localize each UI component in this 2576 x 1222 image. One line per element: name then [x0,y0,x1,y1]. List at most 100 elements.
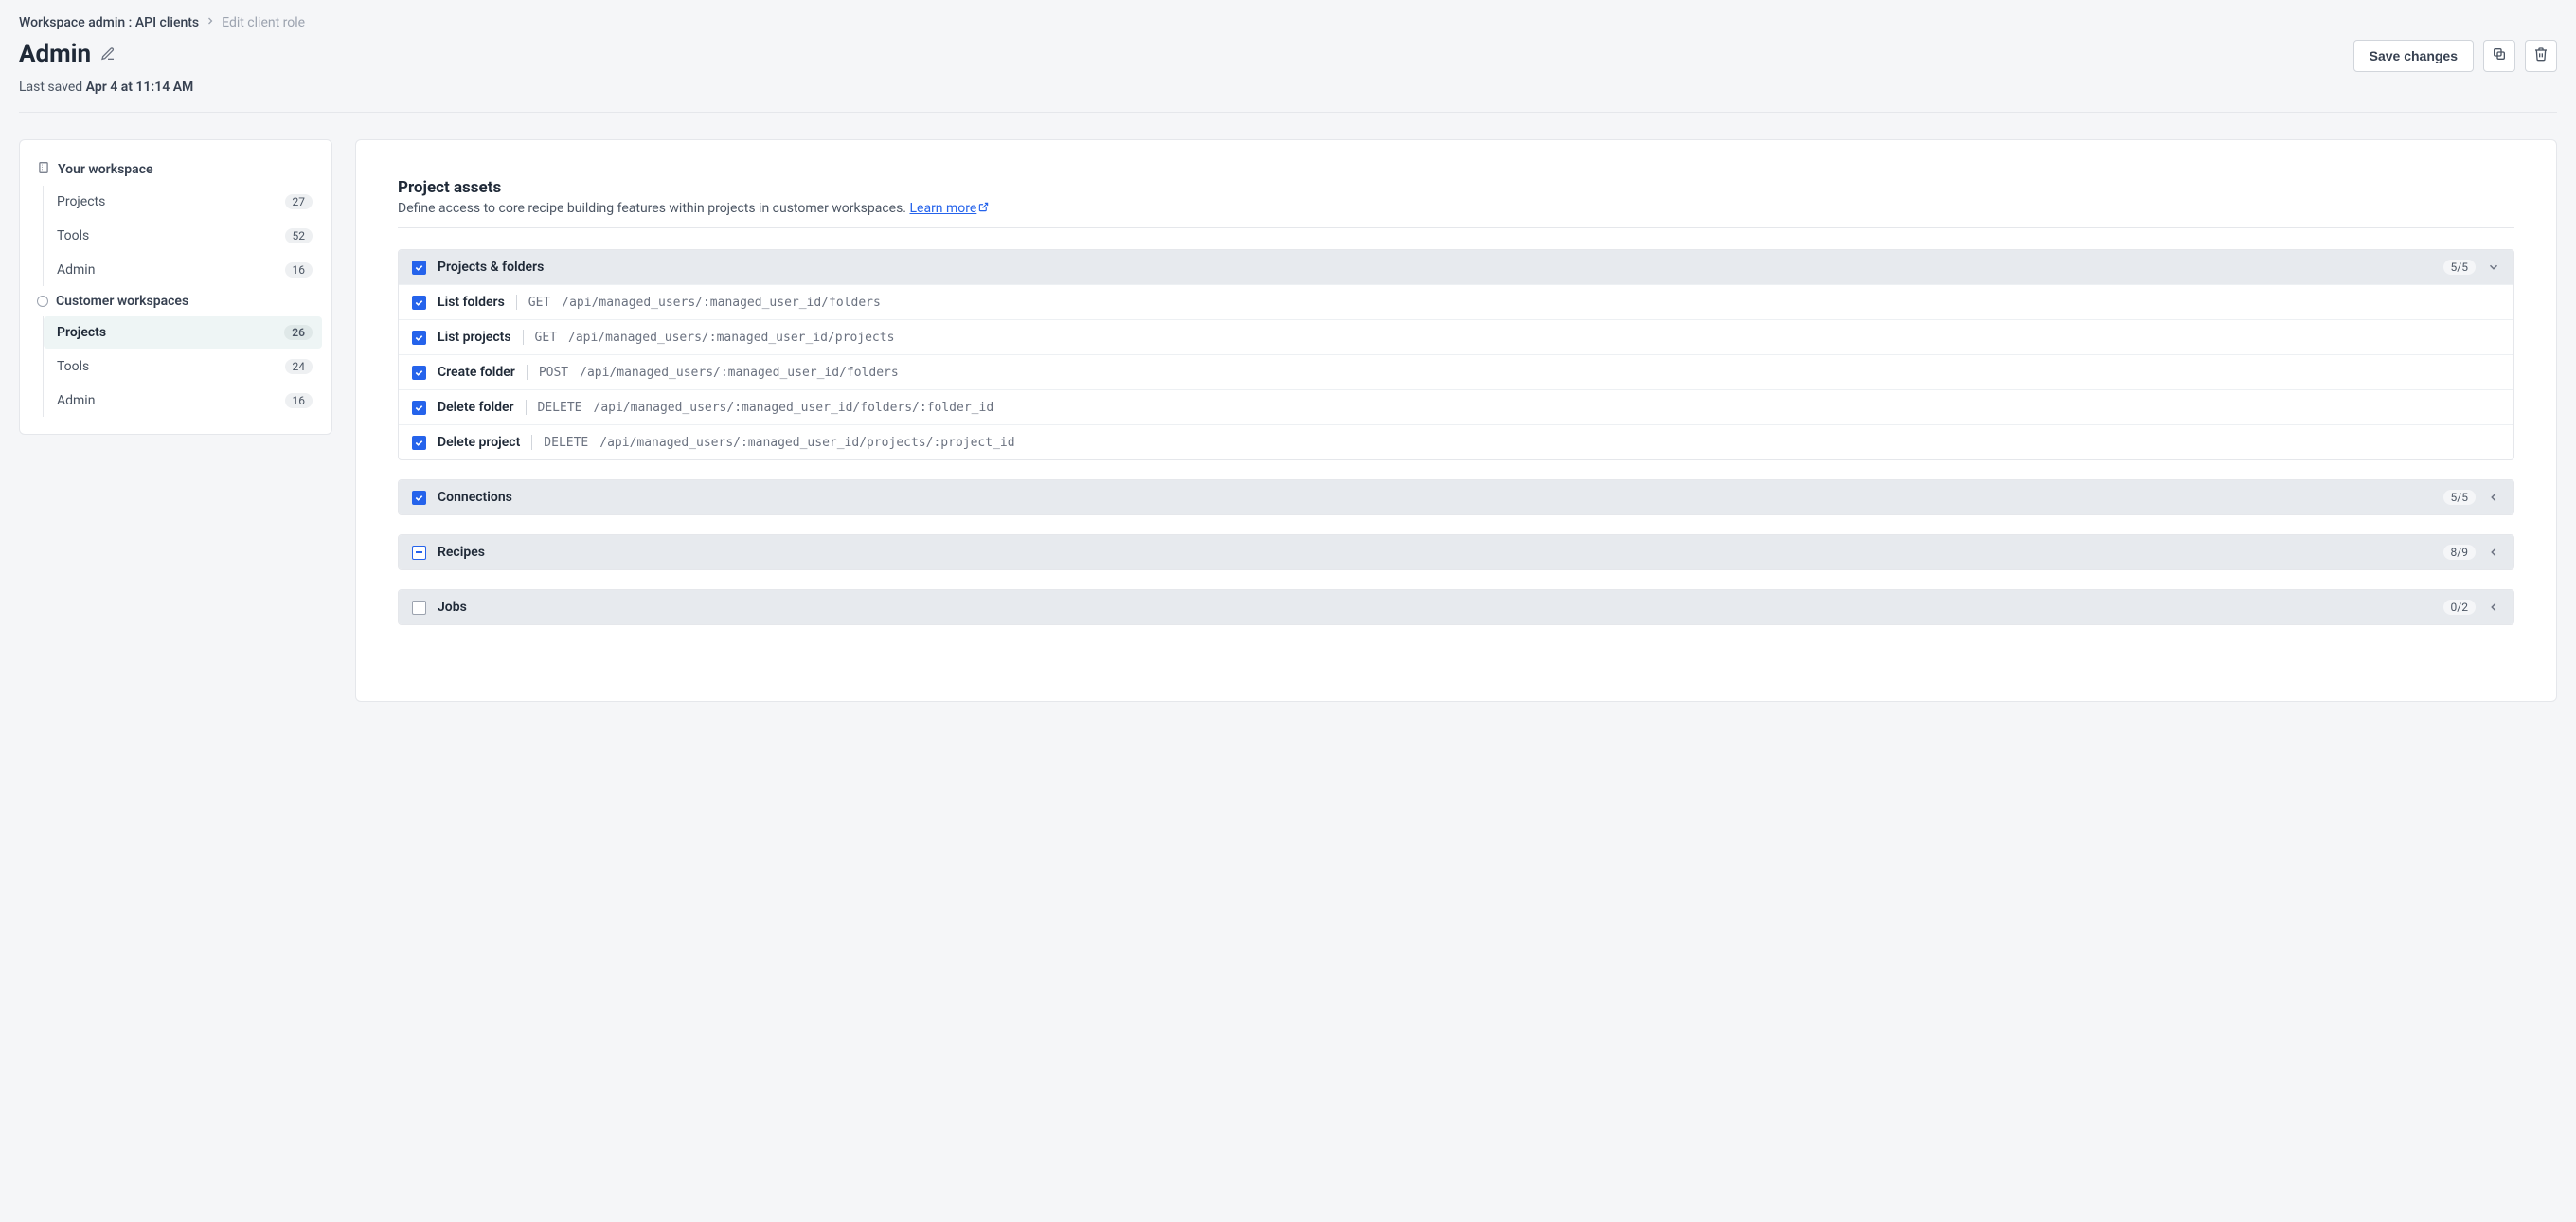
http-method: POST [539,366,568,380]
count-pill: 8/9 [2443,545,2476,560]
checkbox[interactable] [412,296,426,310]
count-pill: 5/5 [2443,490,2476,505]
learn-more-label: Learn more [909,201,976,216]
vertical-divider [526,400,527,415]
checkbox[interactable] [412,331,426,345]
permission-name: List projects [438,330,511,345]
api-path: /api/managed_users/:managed_user_id/proj… [568,331,894,345]
permission-group-title: Connections [438,490,2432,505]
sidebar: Your workspace Projects 27 Tools 52 Admin 16 Cu… [19,139,332,435]
permission-row: Create folder POST/api/managed_users/:man… [399,354,2513,389]
checkbox[interactable] [412,436,426,450]
page-title: Admin [19,40,91,68]
checkbox[interactable] [412,261,426,275]
section-desc: Define access to core recipe building fe… [398,201,2514,216]
divider [19,112,2557,113]
permission-group: Jobs 0/2 [398,589,2514,625]
last-saved: Last saved Apr 4 at 11:14 AM [19,80,2557,95]
http-method: GET [528,296,550,310]
permission-group: Projects & folders 5/5 List folders GET/api… [398,249,2514,460]
api-path: /api/managed_users/:managed_user_id/fold… [594,401,994,415]
radio-empty-icon [37,296,48,307]
sidebar-section-header[interactable]: Your workspace [29,155,322,184]
count-badge: 16 [285,393,313,408]
checkbox[interactable] [412,366,426,380]
permission-row: List folders GET/api/managed_users/:manag… [399,284,2513,319]
header-actions: Save changes [2353,40,2557,72]
learn-more-link[interactable]: Learn more [909,201,989,216]
vertical-divider [531,435,532,450]
vertical-divider [516,295,517,310]
breadcrumb-current: Edit client role [222,15,305,30]
checkbox[interactable] [412,401,426,415]
permission-group-header[interactable]: Recipes 8/9 [399,535,2513,569]
last-saved-prefix: Last saved [19,80,86,95]
sidebar-item-admin[interactable]: Admin 16 [44,254,322,286]
permission-group-header[interactable]: Connections 5/5 [399,480,2513,514]
sidebar-item-tools[interactable]: Tools 24 [44,350,322,383]
sidebar-section-title: Your workspace [58,162,153,177]
checkbox[interactable] [412,491,426,505]
main-panel: Project assets Define access to core rec… [355,139,2557,702]
count-badge: 24 [285,359,313,374]
chevron-right-icon [205,15,216,30]
breadcrumb-parent[interactable]: Workspace admin : API clients [19,15,199,30]
sidebar-section-title: Customer workspaces [56,294,188,309]
delete-button[interactable] [2525,40,2557,72]
checkbox[interactable] [412,546,426,560]
trash-icon [2533,46,2549,65]
permission-group-title: Recipes [438,545,2432,560]
sidebar-item-label: Admin [57,393,95,408]
chevron-down-icon[interactable] [2487,261,2500,274]
sidebar-item-label: Tools [57,228,89,243]
count-badge: 16 [285,262,313,278]
http-method: DELETE [544,436,588,450]
count-pill: 5/5 [2443,260,2476,275]
sub-divider [398,227,2514,228]
sidebar-item-projects[interactable]: Projects26 [44,316,322,349]
pencil-icon[interactable] [100,46,116,62]
permission-group: Recipes 8/9 [398,534,2514,570]
building-icon [37,161,50,178]
permission-group-header[interactable]: Jobs 0/2 [399,590,2513,624]
vertical-divider [527,365,528,380]
sidebar-item-label: Tools [57,359,89,374]
count-pill: 0/2 [2443,600,2476,615]
permission-group: Connections 5/5 [398,479,2514,515]
sidebar-item-admin[interactable]: Admin 16 [44,385,322,417]
permission-name: List folders [438,295,505,310]
permission-group-title: Projects & folders [438,260,2432,275]
sidebar-item-label: Projects [57,325,106,340]
section-desc-text: Define access to core recipe building fe… [398,201,909,216]
permission-row: List projects GET/api/managed_users/:mana… [399,319,2513,354]
permission-group-header[interactable]: Projects & folders 5/5 [399,250,2513,284]
api-path: /api/managed_users/:managed_user_id/proj… [599,436,1014,450]
breadcrumb: Workspace admin : API clients Edit clien… [19,15,2557,30]
permission-name: Create folder [438,365,515,380]
sidebar-item-label: Admin [57,262,95,278]
sidebar-item-projects[interactable]: Projects 27 [44,186,322,218]
checkbox[interactable] [412,601,426,615]
http-method: DELETE [538,401,582,415]
sidebar-item-tools[interactable]: Tools 52 [44,220,322,252]
section-title: Project assets [398,178,2514,197]
count-badge: 52 [285,228,313,243]
permission-group-title: Jobs [438,600,2432,615]
api-path: /api/managed_users/:managed_user_id/fold… [580,366,899,380]
sidebar-section-header[interactable]: Customer workspaces [29,288,322,314]
permission-name: Delete folder [438,400,514,415]
permission-name: Delete project [438,435,520,450]
save-button[interactable]: Save changes [2353,40,2474,72]
count-badge: 27 [285,194,313,209]
api-path: /api/managed_users/:managed_user_id/fold… [562,296,881,310]
chevron-left-icon[interactable] [2487,491,2500,504]
copy-icon [2492,46,2507,65]
external-link-icon [976,201,989,216]
chevron-left-icon[interactable] [2487,601,2500,614]
permission-row: Delete project DELETE/api/managed_users/:… [399,424,2513,459]
chevron-left-icon[interactable] [2487,546,2500,559]
sidebar-item-label: Projects [57,194,105,209]
vertical-divider [523,330,524,345]
http-method: GET [535,331,557,345]
duplicate-button[interactable] [2483,40,2515,72]
